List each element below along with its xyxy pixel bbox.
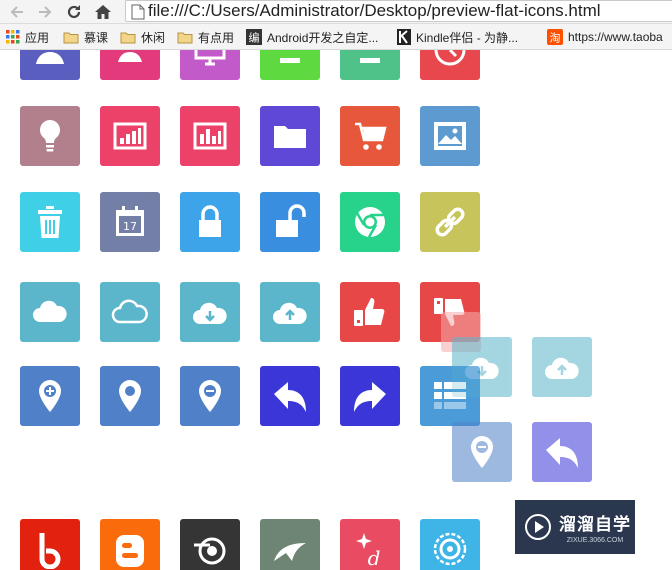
bookmark-label: 慕课 [84, 30, 109, 45]
blogger-icon[interactable] [100, 519, 160, 570]
bookmark-label: 休闲 [141, 30, 166, 45]
teal-tile-icon[interactable] [340, 50, 400, 80]
cloud-icon[interactable] [20, 282, 80, 342]
thumbs-up-icon[interactable] [340, 282, 400, 342]
forward-arrow-icon [39, 6, 52, 18]
bebo-icon[interactable] [20, 519, 80, 570]
location-remove-icon[interactable] [180, 366, 240, 426]
image-icon[interactable] [420, 106, 480, 166]
calendar-icon[interactable]: 17 [100, 192, 160, 252]
watermark-subtitle: ZIXUE.3066.COM [566, 537, 624, 544]
folder-icon[interactable] [260, 106, 320, 166]
back-button[interactable] [6, 1, 28, 23]
cloud-upload-icon[interactable] [260, 282, 320, 342]
reload-icon [67, 5, 81, 19]
dribbble-sparkle-icon[interactable]: d [340, 519, 400, 570]
location-remove-drag-icon[interactable] [452, 422, 512, 482]
svg-text:17: 17 [123, 220, 137, 233]
user-card-icon[interactable] [100, 50, 160, 80]
bookmark-folder-youdianyong[interactable]: 有点用 [177, 28, 234, 46]
bar-chart-icon[interactable] [100, 106, 160, 166]
icon-grid: 17 d 溜溜自学 ZIXUE.3066.COM [0, 50, 672, 570]
target-icon[interactable] [420, 519, 480, 570]
kindle-favicon [397, 29, 411, 45]
monitor-icon[interactable] [180, 50, 240, 80]
location-icon[interactable] [100, 366, 160, 426]
reload-button[interactable] [63, 1, 85, 23]
lightbulb-icon[interactable] [20, 106, 80, 166]
browser-toolbar: file:///C:/Users/Administrator/Desktop/p… [0, 0, 672, 24]
home-icon [95, 5, 111, 19]
bookmark-label: 有点用 [198, 30, 235, 45]
list-drag-icon[interactable] [420, 366, 480, 426]
bookmarks-bar: 应用 慕课 休闲 有点用 编 Android开发之自定... Kindle伴侣 … [0, 24, 672, 50]
folder-icon [177, 32, 193, 43]
bookmark-kindle[interactable]: Kindle伴侣 - 为静... [397, 28, 518, 46]
shopping-cart-icon[interactable] [340, 106, 400, 166]
svg-text:d: d [368, 546, 381, 569]
forward-icon[interactable] [340, 366, 400, 426]
user-icon[interactable] [20, 50, 80, 80]
lock-icon[interactable] [180, 192, 240, 252]
bookmark-android[interactable]: 编 Android开发之自定... [246, 28, 378, 46]
address-text: file:///C:/Users/Administrator/Desktop/p… [148, 1, 601, 20]
cloud-download-icon[interactable] [180, 282, 240, 342]
bookmark-label: Android开发之自定... [267, 30, 379, 45]
folder-icon [120, 32, 136, 43]
svg-text:淘: 淘 [550, 32, 561, 45]
chrome-icon[interactable] [340, 192, 400, 252]
reply-drag-icon[interactable] [532, 422, 592, 482]
address-input[interactable]: file:///C:/Users/Administrator/Desktop/p… [125, 0, 672, 22]
bookmark-folder-muke[interactable]: 慕课 [63, 28, 108, 46]
play-logo-icon [525, 514, 551, 540]
taobao-favicon: 淘 [547, 29, 563, 45]
watermark-title: 溜溜自学 [559, 515, 631, 535]
watermark-logo: 溜溜自学 ZIXUE.3066.COM [515, 500, 635, 554]
deviantart-icon[interactable] [260, 519, 320, 570]
folder-icon [63, 32, 79, 43]
digg-icon[interactable] [180, 519, 240, 570]
bookmark-taobao[interactable]: 淘 https://www.taoba [547, 28, 663, 46]
green-tile-icon[interactable] [260, 50, 320, 80]
bookmark-label: 应用 [25, 30, 50, 45]
bookmark-label: Kindle伴侣 - 为静... [416, 30, 519, 45]
bookmark-apps[interactable]: 应用 [6, 28, 49, 46]
bookmark-folder-xiuxian[interactable]: 休闲 [120, 28, 165, 46]
svg-text:编: 编 [249, 31, 260, 45]
back-arrow-icon [10, 6, 23, 18]
page-icon [131, 4, 145, 20]
cloud-upload-drag-icon[interactable] [532, 337, 592, 397]
reply-icon[interactable] [260, 366, 320, 426]
bookmark-label: https://www.taoba [568, 30, 663, 44]
forward-button[interactable] [34, 1, 56, 23]
trash-icon[interactable] [20, 192, 80, 252]
home-button[interactable] [92, 1, 114, 23]
bar-chart-alt-icon[interactable] [180, 106, 240, 166]
location-add-icon[interactable] [20, 366, 80, 426]
unlock-icon[interactable] [260, 192, 320, 252]
site-favicon: 编 [246, 29, 262, 45]
link-icon[interactable] [420, 192, 480, 252]
apps-grid-icon [6, 30, 20, 44]
cloud-outline-icon[interactable] [100, 282, 160, 342]
clock-icon[interactable] [420, 50, 480, 80]
